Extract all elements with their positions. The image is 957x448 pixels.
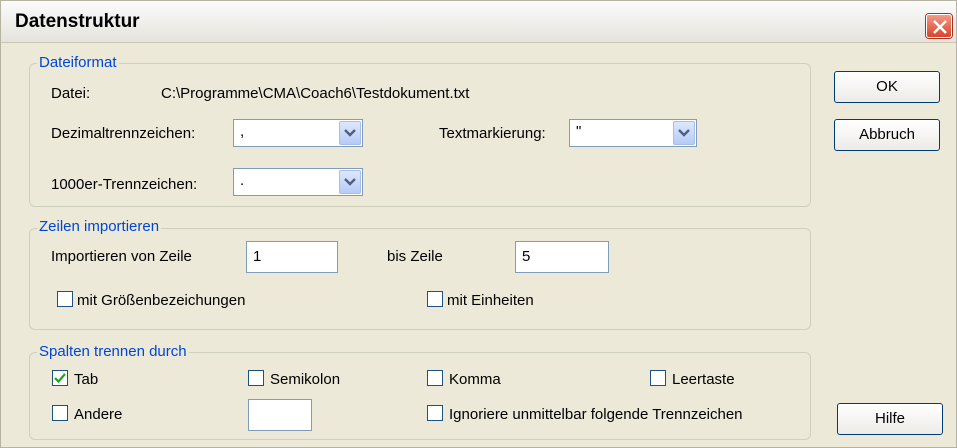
andere-checkbox[interactable]	[52, 405, 68, 421]
spalten-group	[29, 352, 811, 440]
bis-label: bis Zeile	[387, 248, 443, 265]
ignoriere-label: Ignoriere unmittelbar folgende Trennzeic…	[449, 406, 743, 423]
chevron-down-icon	[344, 178, 356, 186]
textmarkierung-dropdown-button[interactable]	[673, 121, 695, 145]
groessen-label: mit Größenbezeichungen	[77, 292, 246, 309]
dateiformat-legend: Dateiformat	[37, 54, 119, 71]
dezimal-label: Dezimaltrennzeichen:	[51, 125, 196, 142]
ignoriere-checkbox[interactable]	[427, 405, 443, 421]
semikolon-label: Semikolon	[270, 371, 341, 388]
andere-label: Andere	[74, 406, 123, 423]
andere-input[interactable]	[248, 399, 312, 431]
dezimal-select[interactable]: ,	[233, 119, 363, 147]
dialog-window: Datenstruktur Dateiformat Datei: C:\Prog…	[0, 0, 957, 448]
dezimal-value: ,	[240, 123, 245, 140]
zeilen-group	[29, 228, 811, 330]
tab-label: Tab	[74, 371, 99, 388]
dezimal-dropdown-button[interactable]	[339, 121, 361, 145]
textmarkierung-value: "	[576, 123, 582, 140]
window-title: Datenstruktur	[15, 11, 140, 32]
tausend-dropdown-button[interactable]	[339, 170, 361, 194]
von-zeile-input[interactable]: 1	[246, 241, 338, 273]
close-icon	[933, 20, 947, 34]
von-zeile-value: 1	[253, 248, 262, 265]
komma-label: Komma	[449, 371, 501, 388]
textmarkierung-label: Textmarkierung:	[439, 125, 546, 142]
einheiten-checkbox[interactable]	[427, 291, 443, 307]
bis-zeile-value: 5	[522, 248, 531, 265]
close-button[interactable]	[926, 14, 952, 38]
groessen-checkbox[interactable]	[57, 291, 73, 307]
komma-checkbox[interactable]	[427, 370, 443, 386]
leertaste-checkbox[interactable]	[650, 370, 666, 386]
title-bar[interactable]: Datenstruktur	[1, 1, 956, 43]
abbruch-button[interactable]: Abbruch	[834, 119, 940, 151]
chevron-down-icon	[678, 129, 690, 137]
hilfe-button[interactable]: Hilfe	[837, 403, 943, 435]
textmarkierung-select[interactable]: "	[569, 119, 697, 147]
tausend-value: .	[240, 172, 245, 189]
tausend-label: 1000er-Trennzeichen:	[51, 176, 198, 193]
zeilen-legend: Zeilen importieren	[37, 218, 162, 235]
semikolon-checkbox[interactable]	[248, 370, 264, 386]
chevron-down-icon	[344, 129, 356, 137]
datei-label: Datei:	[51, 85, 91, 102]
von-label: Importieren von Zeile	[51, 248, 192, 265]
checkmark-icon	[54, 373, 66, 384]
bis-zeile-input[interactable]: 5	[515, 241, 609, 273]
leertaste-label: Leertaste	[672, 371, 735, 388]
einheiten-label: mit Einheiten	[447, 292, 534, 309]
ok-button[interactable]: OK	[834, 71, 940, 103]
tab-checkbox[interactable]	[52, 370, 68, 386]
spalten-legend: Spalten trennen durch	[37, 343, 189, 360]
tausend-select[interactable]: .	[233, 168, 363, 196]
datei-path: C:\Programme\CMA\Coach6\Testdokument.txt	[161, 85, 470, 102]
